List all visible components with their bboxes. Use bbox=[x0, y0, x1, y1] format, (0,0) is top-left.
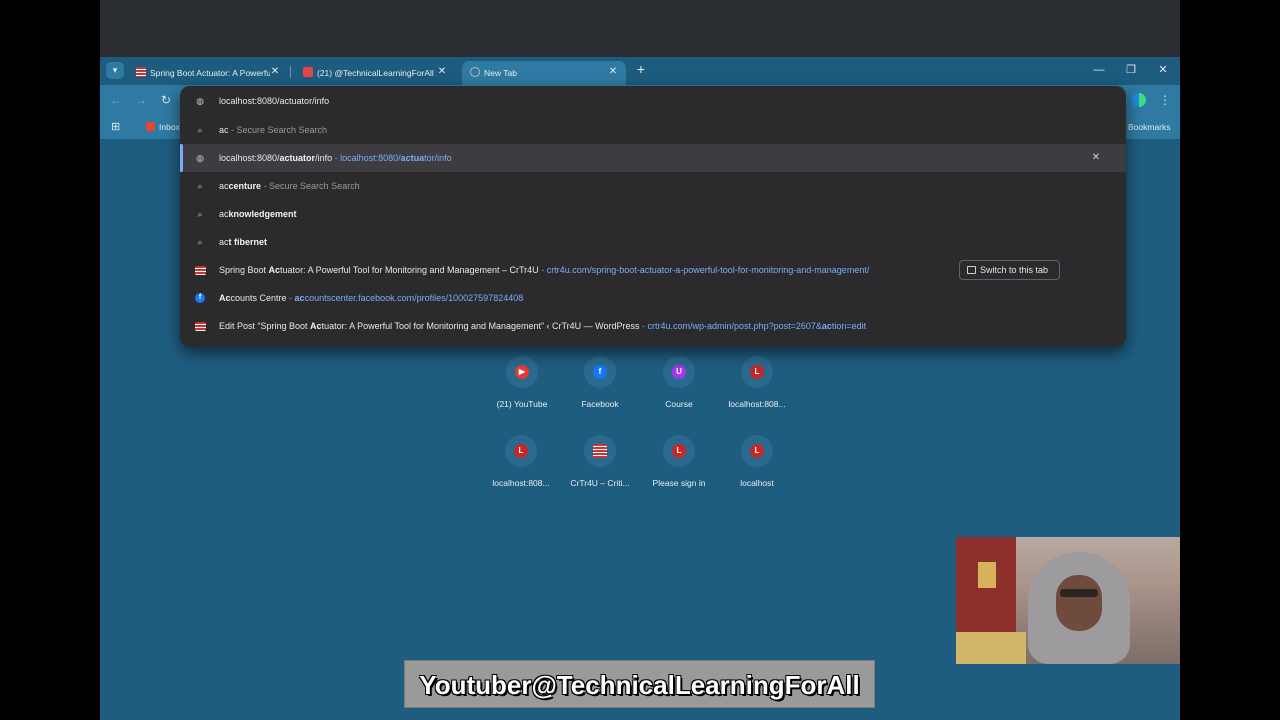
omnibox-input-value[interactable]: localhost:8080/actuator/info bbox=[219, 96, 329, 106]
suggestion-row[interactable]: ⌕ accenture - Secure Search Search bbox=[180, 172, 1126, 200]
tab-spring-boot-actuator[interactable]: Spring Boot Actuator: A Powerfu ✕ bbox=[128, 61, 288, 85]
suggestion-row[interactable]: Spring Boot Actuator: A Powerful Tool fo… bbox=[180, 256, 1126, 284]
shortcut-label: CrTr4U – Criti... bbox=[570, 478, 630, 488]
all-bookmarks[interactable]: Bookmarks bbox=[1128, 122, 1171, 132]
facebook-icon: f bbox=[593, 365, 607, 379]
facebook-favicon-icon: f bbox=[195, 293, 205, 303]
crtr4u-favicon-icon bbox=[195, 266, 206, 275]
youtube-icon: ▶ bbox=[515, 365, 529, 379]
suggestion-row[interactable]: ⌕ acknowledgement bbox=[180, 200, 1126, 228]
edge-copilot-icon[interactable] bbox=[1132, 93, 1146, 107]
shortcut-circle: f bbox=[584, 356, 616, 388]
letter-l-icon: L bbox=[750, 365, 764, 379]
suggestion-row[interactable]: Edit Post “Spring Boot Actuator: A Power… bbox=[180, 312, 1126, 340]
reload-icon[interactable]: ↻ bbox=[158, 93, 174, 107]
course-icon: U bbox=[672, 365, 686, 379]
shortcut-label: localhost:808... bbox=[728, 399, 786, 409]
shortcut-circle: ▶ bbox=[506, 356, 538, 388]
omnibox-dropdown: ◍ localhost:8080/actuator/info ⌕ ac - Se… bbox=[180, 86, 1126, 347]
search-icon: ⌕ bbox=[197, 209, 203, 219]
shortcut-tile[interactable]: f Facebook bbox=[560, 356, 640, 416]
close-tab-icon[interactable]: ✕ bbox=[606, 65, 620, 79]
omnibox-input[interactable]: ◍ localhost:8080/actuator/info bbox=[180, 87, 1126, 115]
webcam-poster bbox=[978, 562, 996, 588]
shortcut-tile[interactable]: L localhost:808... bbox=[481, 435, 561, 495]
switch-to-tab-button[interactable]: Switch to this tab bbox=[959, 260, 1060, 280]
youtube-favicon-icon bbox=[303, 67, 313, 77]
tab-strip: ▾ Spring Boot Actuator: A Powerfu ✕ (21)… bbox=[100, 57, 1180, 85]
search-icon: ⌕ bbox=[197, 237, 203, 247]
channel-caption: Youtuber@TechnicalLearningForAll bbox=[404, 660, 875, 708]
shortcut-tile[interactable]: ▶ (21) YouTube bbox=[482, 356, 562, 416]
tab-title: New Tab bbox=[484, 68, 517, 78]
shortcut-circle bbox=[584, 435, 616, 467]
shortcut-label: Facebook bbox=[581, 399, 619, 409]
webcam-cloth bbox=[956, 632, 1026, 664]
search-icon: ⌕ bbox=[197, 125, 203, 135]
suggestion-row[interactable]: ⌕ act fibernet bbox=[180, 228, 1126, 256]
tab-separator bbox=[290, 66, 291, 78]
shortcut-circle: L bbox=[741, 356, 773, 388]
forward-arrow-icon[interactable]: → bbox=[133, 93, 149, 107]
minimize-icon[interactable]: — bbox=[1092, 63, 1106, 77]
tab-title: (21) @TechnicalLearningForAll bbox=[317, 68, 434, 78]
tab-title: Spring Boot Actuator: A Powerfu bbox=[150, 68, 270, 78]
crtr4u-favicon-icon bbox=[195, 322, 206, 331]
shortcut-circle: L bbox=[663, 435, 695, 467]
back-arrow-icon[interactable]: ← bbox=[108, 93, 124, 107]
suggestion-row-selected[interactable]: ◍ localhost:8080/actuator/info - localho… bbox=[180, 144, 1126, 172]
tab-new-tab[interactable]: New Tab ✕ bbox=[462, 61, 626, 85]
letter-l-icon: L bbox=[750, 444, 764, 458]
close-tab-icon[interactable]: ✕ bbox=[435, 65, 449, 79]
search-icon: ⌕ bbox=[197, 181, 203, 191]
menu-kebab-icon[interactable]: ⋮ bbox=[1157, 93, 1173, 107]
shortcut-circle: L bbox=[505, 435, 537, 467]
shortcut-tile[interactable]: L localhost:808... bbox=[717, 356, 797, 416]
shortcut-tile[interactable]: U Course bbox=[639, 356, 719, 416]
remove-suggestion-icon[interactable]: ✕ bbox=[1090, 152, 1102, 164]
desktop-background bbox=[100, 0, 1180, 57]
letter-l-icon: L bbox=[514, 444, 528, 458]
shortcut-circle: U bbox=[663, 356, 695, 388]
shortcut-label: Please sign in bbox=[652, 478, 706, 488]
close-window-icon[interactable]: ✕ bbox=[1156, 63, 1170, 77]
shortcut-label: localhost:808... bbox=[492, 478, 550, 488]
selection-indicator bbox=[180, 144, 183, 172]
tab-youtube[interactable]: (21) @TechnicalLearningForAll ✕ bbox=[295, 61, 455, 85]
bookmark-inbox[interactable]: Inbox bbox=[146, 122, 180, 132]
close-tab-icon[interactable]: ✕ bbox=[268, 65, 282, 79]
webcam-person-face bbox=[1056, 575, 1102, 631]
letter-l-icon: L bbox=[672, 444, 686, 458]
shortcut-tile[interactable]: CrTr4U – Criti... bbox=[560, 435, 640, 495]
suggestion-row[interactable]: ⌕ ac - Secure Search Search bbox=[180, 116, 1126, 144]
webcam-overlay bbox=[956, 537, 1180, 664]
crtr4u-icon bbox=[593, 444, 607, 458]
tab-search-button[interactable]: ▾ bbox=[106, 62, 124, 79]
chevron-down-icon: ▾ bbox=[112, 65, 118, 75]
shortcut-label: (21) YouTube bbox=[496, 399, 548, 409]
shortcut-label: Course bbox=[665, 399, 693, 409]
gmail-icon bbox=[146, 122, 155, 131]
restore-icon[interactable]: ❐ bbox=[1124, 63, 1138, 77]
shortcut-tile[interactable]: L Please sign in bbox=[639, 435, 719, 495]
apps-grid-icon[interactable]: ⊞ bbox=[111, 121, 123, 133]
shortcut-circle: L bbox=[741, 435, 773, 467]
globe-icon: ◍ bbox=[196, 153, 204, 163]
new-tab-favicon-icon bbox=[470, 67, 480, 77]
webcam-person-glasses bbox=[1060, 589, 1098, 597]
shortcut-label: localhost bbox=[740, 478, 774, 488]
switch-tab-icon bbox=[967, 266, 976, 274]
suggestion-row[interactable]: f Accounts Centre - accountscenter.faceb… bbox=[180, 284, 1126, 312]
globe-icon: ◍ bbox=[196, 96, 204, 106]
crtr4u-favicon-icon bbox=[136, 67, 146, 77]
shortcut-tile[interactable]: L localhost bbox=[717, 435, 797, 495]
new-tab-plus-icon[interactable]: + bbox=[634, 62, 648, 76]
